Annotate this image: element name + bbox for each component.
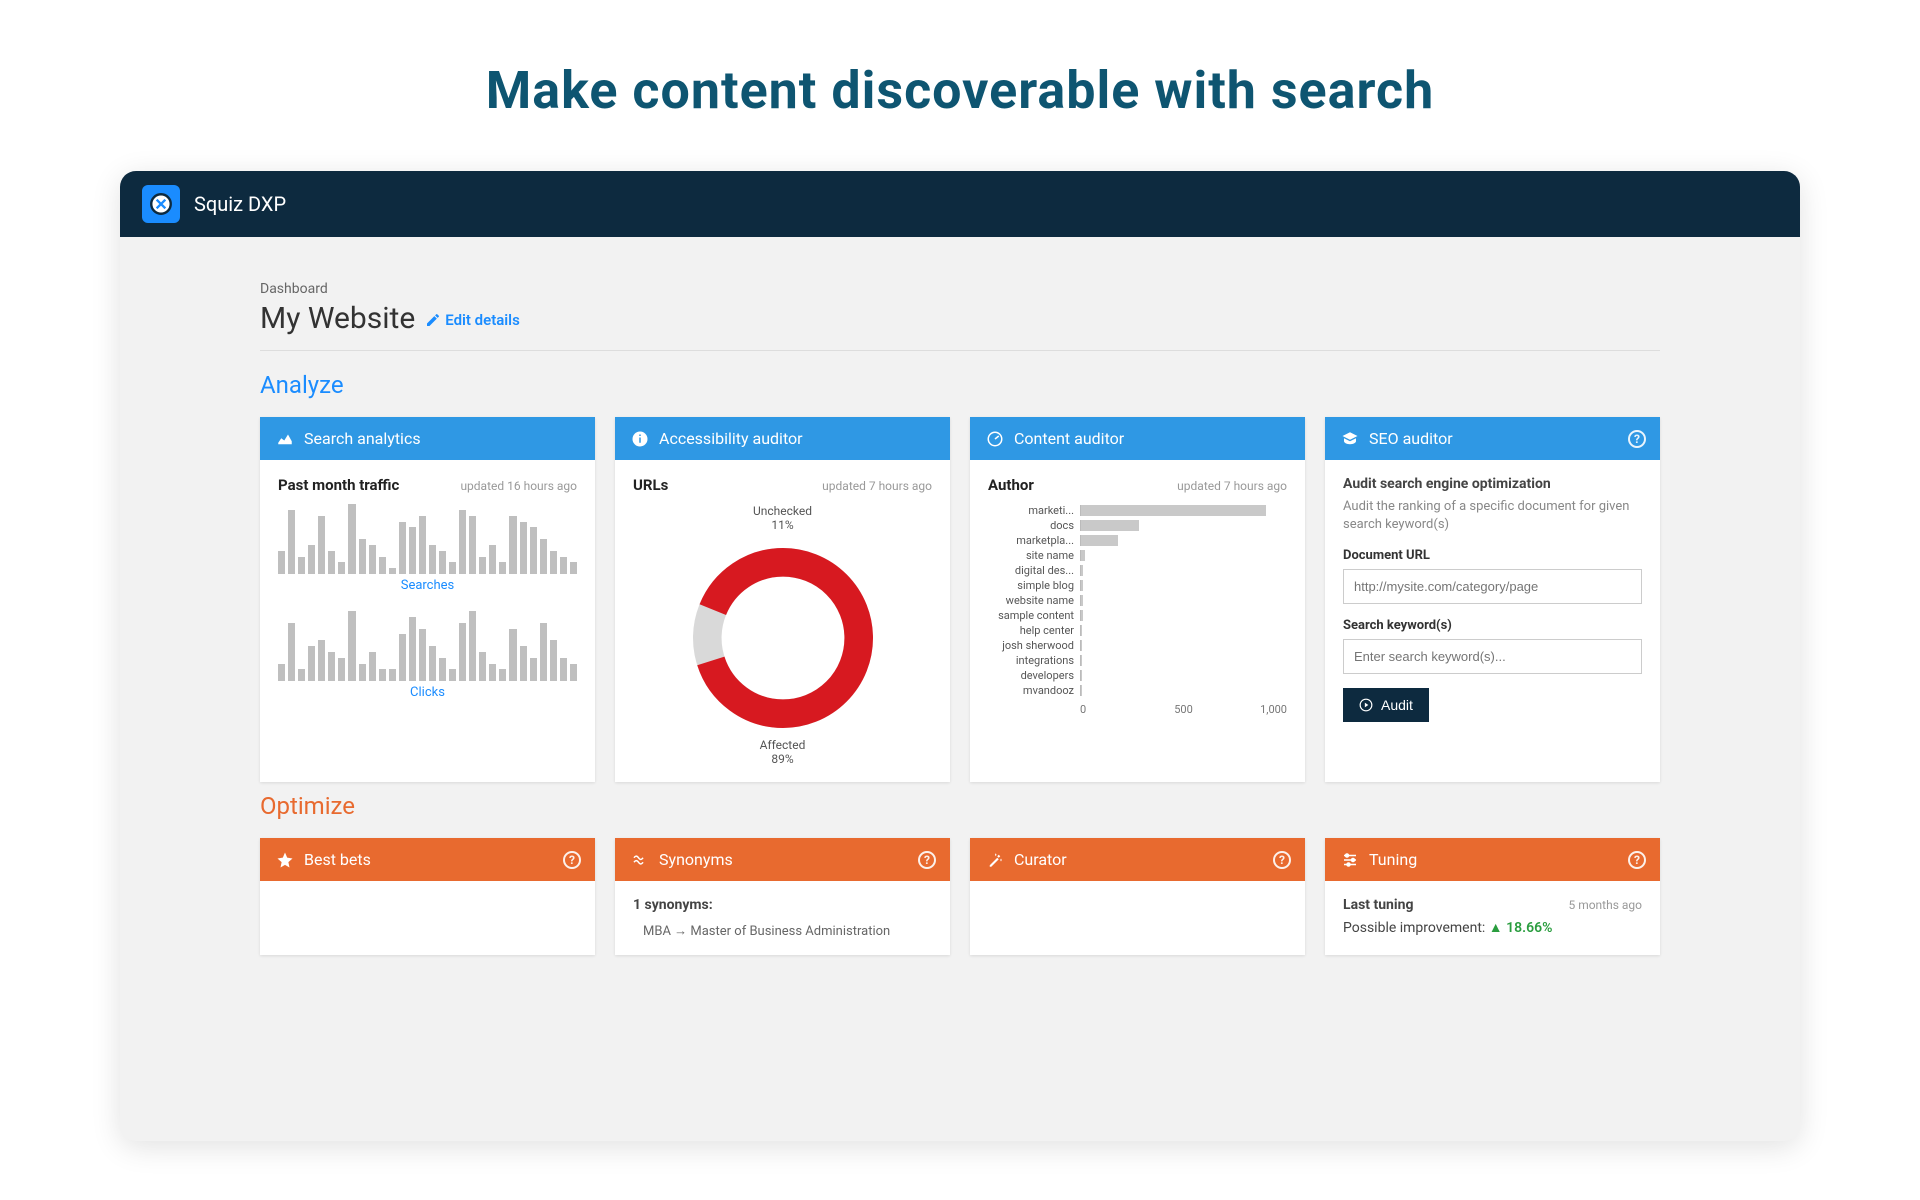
synonym-item: MBA → Master of Business Administration bbox=[633, 923, 932, 939]
improvement-row: Possible improvement: ▲ 18.66% bbox=[1343, 919, 1642, 936]
unchecked-pct: 11% bbox=[771, 518, 793, 532]
card-seo-auditor: SEO auditor ? Audit search engine optimi… bbox=[1325, 417, 1660, 782]
improvement-value: 18.66% bbox=[1506, 920, 1552, 936]
audit-button-label: Audit bbox=[1381, 697, 1413, 713]
logo-icon bbox=[142, 185, 180, 223]
card-subtitle: Author bbox=[988, 476, 1034, 494]
play-circle-icon bbox=[1359, 698, 1373, 712]
page-title: My Website bbox=[260, 301, 415, 336]
author-chart: marketi...docsmarketpla...site namedigit… bbox=[988, 504, 1287, 697]
card-header: SEO auditor ? bbox=[1325, 417, 1660, 460]
donut-chart bbox=[683, 538, 883, 738]
card-accessibility[interactable]: Accessibility auditor URLs updated 7 hou… bbox=[615, 417, 950, 782]
card-title: Accessibility auditor bbox=[659, 429, 803, 448]
app-window: Squiz DXP Dashboard My Website Edit deta… bbox=[120, 171, 1800, 1141]
card-header: Accessibility auditor bbox=[615, 417, 950, 460]
sliders-icon bbox=[1341, 851, 1359, 869]
card-curator[interactable]: Curator ? bbox=[970, 838, 1305, 955]
card-title: Search analytics bbox=[304, 429, 421, 448]
clicks-chart-label[interactable]: Clicks bbox=[278, 685, 577, 700]
analyze-cards: Search analytics Past month traffic upda… bbox=[260, 417, 1660, 782]
wand-icon bbox=[986, 851, 1004, 869]
card-title: Curator bbox=[1014, 850, 1067, 869]
graduation-cap-icon bbox=[1341, 430, 1359, 448]
app-title: Squiz DXP bbox=[194, 192, 286, 216]
card-title: Content auditor bbox=[1014, 429, 1124, 448]
card-tuning[interactable]: Tuning ? Last tuning 5 months ago Possib… bbox=[1325, 838, 1660, 955]
card-header: Search analytics bbox=[260, 417, 595, 460]
card-synonyms[interactable]: Synonyms ? 1 synonyms: MBA → Master of B… bbox=[615, 838, 950, 955]
breadcrumb: Dashboard bbox=[260, 281, 1660, 297]
approximately-icon bbox=[631, 851, 649, 869]
card-header: Tuning ? bbox=[1325, 838, 1660, 881]
card-content-auditor[interactable]: Content auditor Author updated 7 hours a… bbox=[970, 417, 1305, 782]
pencil-icon bbox=[425, 312, 441, 328]
searches-chart-label[interactable]: Searches bbox=[278, 578, 577, 593]
card-subtitle: Past month traffic bbox=[278, 476, 399, 494]
keywords-field-label: Search keyword(s) bbox=[1343, 618, 1642, 633]
card-subtitle: URLs bbox=[633, 476, 668, 494]
affected-pct: 89% bbox=[771, 752, 793, 766]
card-header: Synonyms ? bbox=[615, 838, 950, 881]
seo-heading: Audit search engine optimization bbox=[1343, 476, 1642, 492]
synonyms-count: 1 synonyms: bbox=[633, 897, 932, 913]
updated-label: updated 16 hours ago bbox=[460, 479, 577, 493]
gauge-icon bbox=[986, 430, 1004, 448]
improvement-label: Possible improvement: bbox=[1343, 920, 1485, 936]
edit-details-link[interactable]: Edit details bbox=[425, 311, 520, 329]
updated-label: updated 7 hours ago bbox=[1177, 479, 1287, 493]
card-header: Best bets ? bbox=[260, 838, 595, 881]
card-title: Tuning bbox=[1369, 850, 1417, 869]
last-tuning-time: 5 months ago bbox=[1568, 898, 1642, 912]
last-tuning-label: Last tuning bbox=[1343, 897, 1413, 913]
star-icon bbox=[276, 851, 294, 869]
audit-button[interactable]: Audit bbox=[1343, 688, 1429, 722]
breadcrumb-block: Dashboard My Website Edit details bbox=[260, 267, 1660, 351]
help-icon[interactable]: ? bbox=[1628, 851, 1646, 869]
keywords-input[interactable] bbox=[1343, 639, 1642, 674]
help-icon[interactable]: ? bbox=[563, 851, 581, 869]
app-header: Squiz DXP bbox=[120, 171, 1800, 237]
updated-label: updated 7 hours ago bbox=[822, 479, 932, 493]
card-search-analytics[interactable]: Search analytics Past month traffic upda… bbox=[260, 417, 595, 782]
card-title: Synonyms bbox=[659, 850, 733, 869]
seo-description: Audit the ranking of a specific document… bbox=[1343, 498, 1642, 534]
card-title: SEO auditor bbox=[1369, 429, 1453, 448]
url-field-label: Document URL bbox=[1343, 548, 1642, 563]
document-url-input[interactable] bbox=[1343, 569, 1642, 604]
hero-headline: Make content discoverable with search bbox=[0, 0, 1920, 171]
section-analyze-title: Analyze bbox=[260, 371, 1660, 399]
affected-label: Affected bbox=[760, 738, 806, 752]
unchecked-label: Unchecked bbox=[753, 504, 812, 518]
help-icon[interactable]: ? bbox=[1628, 430, 1646, 448]
help-icon[interactable]: ? bbox=[1273, 851, 1291, 869]
card-title: Best bets bbox=[304, 850, 371, 869]
card-header: Curator ? bbox=[970, 838, 1305, 881]
edit-details-label: Edit details bbox=[445, 311, 520, 329]
info-icon bbox=[631, 430, 649, 448]
analytics-icon bbox=[276, 430, 294, 448]
help-icon[interactable]: ? bbox=[918, 851, 936, 869]
clicks-chart bbox=[278, 611, 577, 681]
section-optimize-title: Optimize bbox=[260, 792, 1660, 820]
author-chart-axis: 05001,000 bbox=[988, 703, 1287, 716]
searches-chart bbox=[278, 504, 577, 574]
optimize-cards: Best bets ? Synonyms ? 1 synonyms: MBA →… bbox=[260, 838, 1660, 955]
card-best-bets[interactable]: Best bets ? bbox=[260, 838, 595, 955]
card-header: Content auditor bbox=[970, 417, 1305, 460]
